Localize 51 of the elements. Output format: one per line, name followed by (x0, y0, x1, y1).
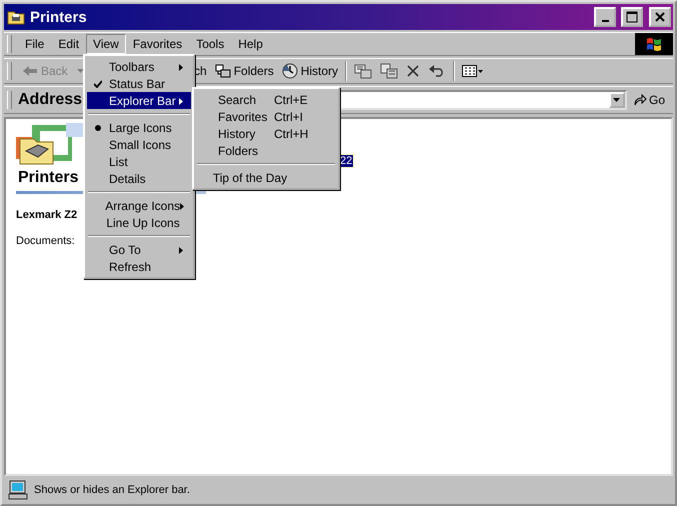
menu-item[interactable]: Go To (87, 241, 191, 258)
window-title: Printers (30, 8, 88, 26)
menu-item[interactable]: Status Bar (87, 75, 191, 92)
menu-item[interactable]: Favorites Ctrl+I (196, 108, 336, 125)
menu-item[interactable]: Tools (189, 34, 232, 54)
folders-icon (214, 64, 231, 78)
delete-icon (406, 64, 420, 78)
menu-item[interactable]: History Ctrl+H (196, 125, 336, 142)
status-text: Shows or hides an Explorer bar. (34, 484, 190, 496)
address-label: Address (18, 91, 82, 109)
menu-item[interactable]: Toolbars (87, 58, 191, 75)
printer-name: Lexmark Z2 (16, 209, 78, 221)
dropdown-button[interactable] (608, 92, 625, 108)
caret-icon (76, 69, 84, 73)
minimize-button[interactable] (594, 7, 616, 27)
folders-button[interactable]: Folders (210, 62, 278, 80)
minimize-icon (602, 20, 608, 22)
menu-item[interactable]: View (86, 34, 126, 54)
clock-icon (282, 63, 298, 79)
menu-item[interactable]: List (87, 153, 191, 170)
history-button[interactable]: History (278, 61, 342, 81)
menu-item[interactable]: File (18, 34, 52, 54)
go-button[interactable]: Go (626, 93, 673, 107)
go-arrow-icon (632, 94, 647, 106)
menu-item[interactable]: Tip of the Day (196, 169, 336, 186)
caret-icon (613, 98, 620, 102)
close-icon (654, 11, 666, 23)
menu-item[interactable]: Help (231, 34, 270, 54)
maximize-button[interactable] (621, 7, 643, 27)
folder-printer-icon (7, 9, 25, 25)
menu-item[interactable]: Refresh (87, 258, 191, 275)
menu-item[interactable]: Edit (51, 34, 86, 54)
windows-logo-icon (635, 33, 673, 55)
maximize-icon (626, 11, 638, 23)
menu-item[interactable]: Search Ctrl+E (196, 91, 336, 108)
menu-item[interactable]: Explorer Bar (87, 92, 191, 109)
menu-item[interactable]: Folders (196, 142, 336, 159)
copy-to-folder-icon (380, 63, 398, 79)
menu-item[interactable]: Small Icons (87, 136, 191, 153)
computer-icon (8, 480, 28, 500)
menu-item[interactable]: Line Up Icons (87, 214, 191, 231)
back-arrow-icon (22, 65, 38, 77)
menu-item[interactable]: Large Icons (87, 119, 191, 136)
documents-count: Documents: (16, 235, 75, 247)
folder-heading: Printers (17, 169, 78, 188)
menu-item[interactable]: Details (87, 170, 191, 187)
close-button[interactable] (649, 7, 671, 27)
menu-item[interactable]: Favorites (126, 34, 190, 54)
move-to-folder-icon (354, 63, 372, 79)
menu-item[interactable]: Arrange Icons (87, 197, 191, 214)
views-icon (462, 65, 484, 77)
